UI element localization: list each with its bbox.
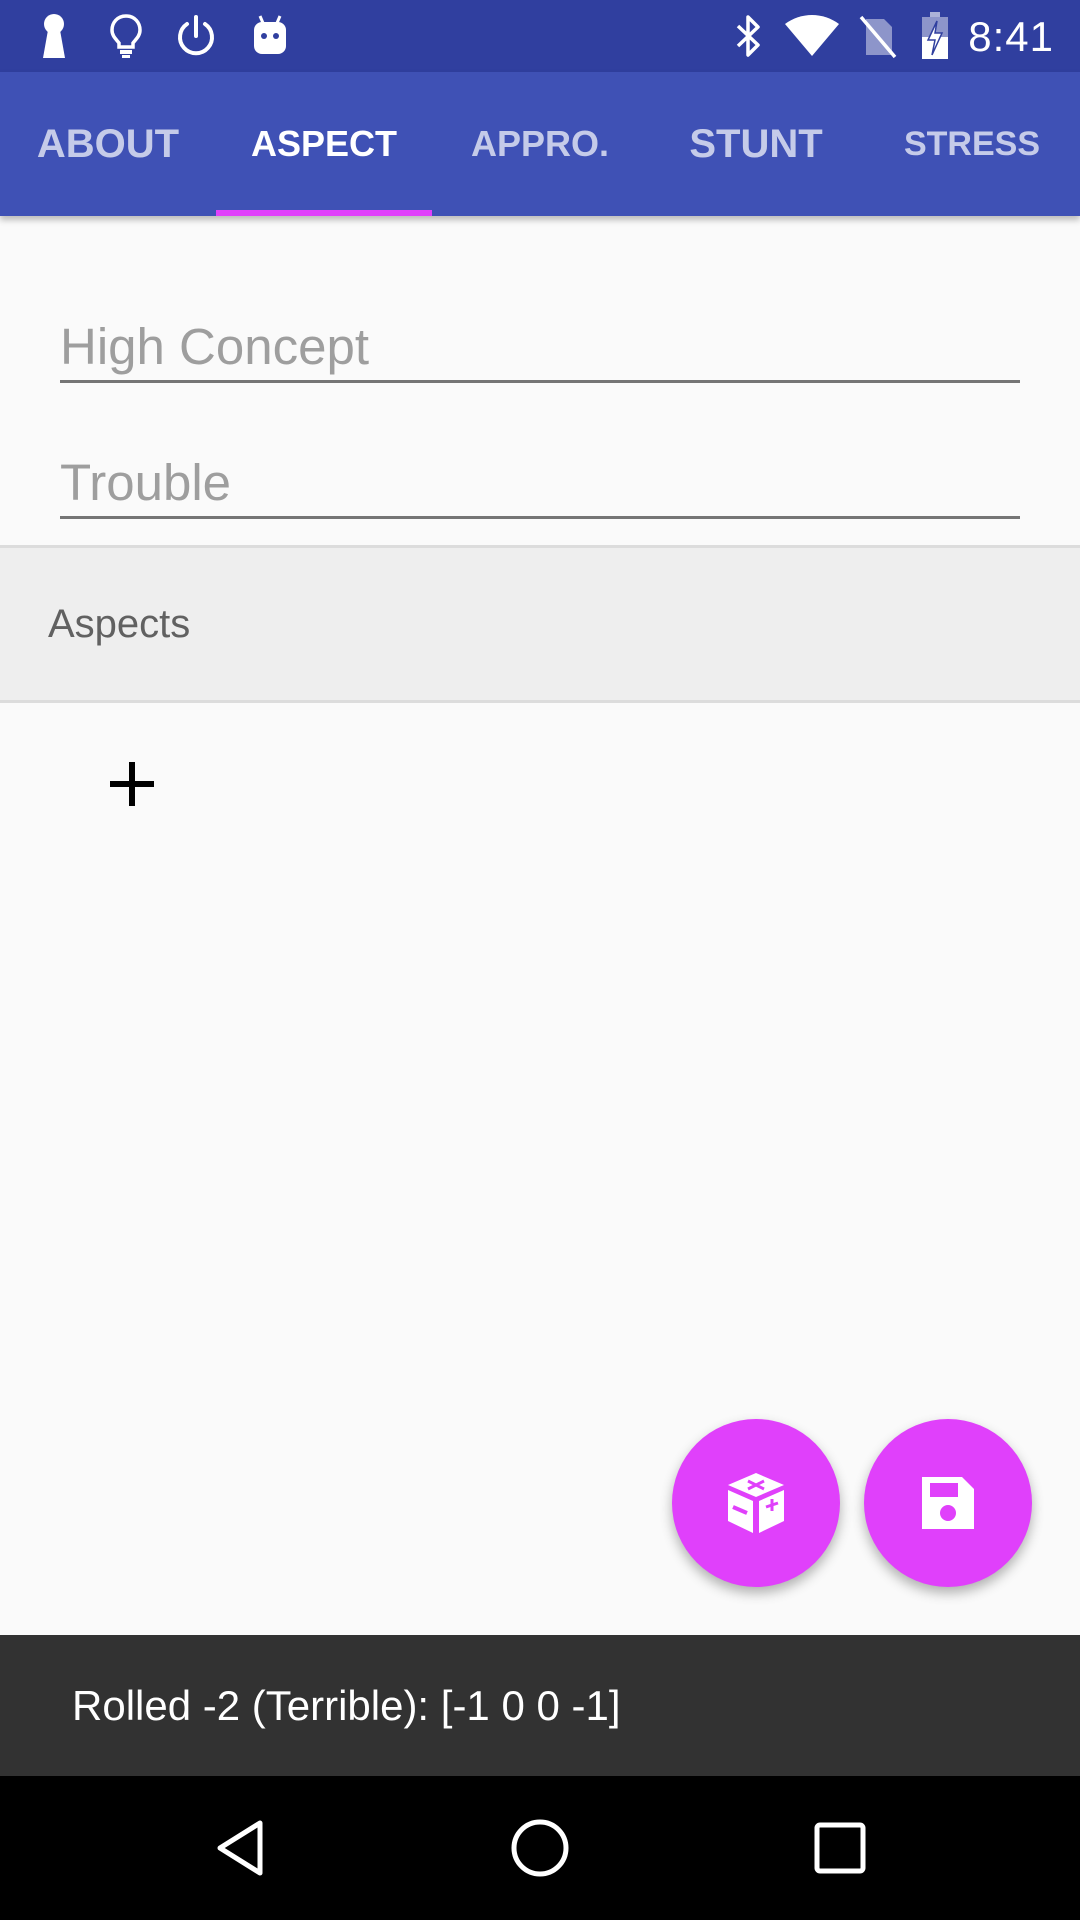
battery-charging-icon [918, 10, 952, 62]
snackbar: Rolled -2 (Terrible): [-1 0 0 -1] [0, 1635, 1080, 1776]
tab-approaches[interactable]: APPRO. [432, 72, 648, 216]
tab-about[interactable]: ABOUT [0, 72, 216, 216]
keyhole-icon [36, 10, 72, 62]
tab-stunt-label: STUNT [689, 121, 823, 166]
tab-indicator [216, 210, 432, 216]
tab-aspect-label: ASPECT [250, 123, 398, 164]
snackbar-message: Rolled -2 (Terrible): [-1 0 0 -1] [72, 1682, 621, 1729]
tab-stunt[interactable]: STUNT [648, 72, 864, 216]
dice-icon [728, 1473, 784, 1533]
bluetooth-icon [730, 10, 766, 62]
home-button[interactable] [504, 1812, 576, 1884]
save-icon [922, 1477, 974, 1529]
tab-bar: ABOUT ASPECT APPRO. STUNT STRESS [0, 72, 1080, 216]
add-aspect-button[interactable] [96, 748, 168, 820]
no-sim-icon [856, 10, 900, 62]
wifi-icon [782, 10, 842, 62]
tab-stress[interactable]: STRESS [864, 72, 1080, 216]
navigation-bar [0, 1776, 1080, 1920]
tab-approaches-label: APPRO. [470, 123, 610, 164]
home-icon [511, 1819, 569, 1877]
recents-button[interactable] [804, 1812, 876, 1884]
high-concept-input[interactable] [60, 313, 1020, 380]
aspects-section-header: Aspects [0, 545, 1080, 703]
trouble-input[interactable] [60, 449, 1020, 516]
aspects-section-title: Aspects [48, 602, 191, 646]
lightbulb-icon [106, 10, 146, 62]
recents-icon [814, 1822, 866, 1874]
power-icon [174, 10, 218, 62]
plus-icon [110, 762, 154, 806]
tab-about-label: ABOUT [36, 121, 180, 166]
status-bar: 8:41 [0, 0, 1080, 72]
tab-stress-label: STRESS [903, 124, 1041, 163]
status-time: 8:41 [968, 13, 1054, 60]
android-icon [250, 10, 290, 62]
roll-dice-button[interactable] [672, 1419, 840, 1587]
trouble-field [60, 449, 1020, 519]
back-icon [217, 1820, 263, 1876]
back-button[interactable] [204, 1812, 276, 1884]
save-button[interactable] [864, 1419, 1032, 1587]
tab-aspect[interactable]: ASPECT [216, 72, 432, 216]
high-concept-field [60, 313, 1020, 383]
